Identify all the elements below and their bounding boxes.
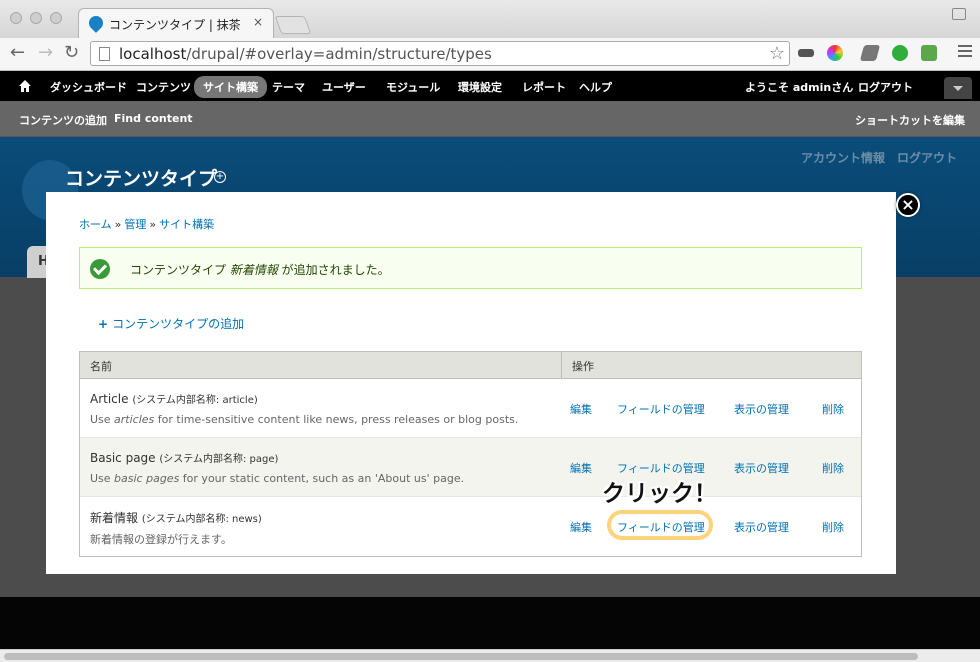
admin-menu-help[interactable]: ヘルプ: [579, 79, 612, 95]
edit-link[interactable]: 編集: [570, 519, 592, 535]
extension-mask-icon[interactable]: [798, 49, 814, 57]
drupal-favicon-icon: [86, 13, 106, 33]
column-divider: [561, 352, 562, 378]
admin-logout-link[interactable]: ログアウト: [858, 79, 913, 95]
url-text: localhost/drupal/#overlay=admin/structur…: [119, 45, 492, 63]
admin-menu-modules[interactable]: モジュール: [386, 79, 440, 95]
add-shortcut-icon[interactable]: +: [214, 171, 226, 183]
browser-toolbar: ← → ↻ localhost/drupal/#overlay=admin/st…: [0, 38, 980, 71]
extension-color-icon[interactable]: [827, 45, 843, 61]
shortcut-find-content[interactable]: Find content: [114, 112, 193, 125]
admin-menu-structure[interactable]: サイト構築: [194, 76, 267, 98]
admin-menu-reports[interactable]: レポート: [522, 79, 566, 95]
table-row: Article (システム内部名称: article) Use articles…: [80, 379, 861, 438]
shortcut-toggle-button[interactable]: [944, 77, 972, 99]
admin-menu-config[interactable]: 環境設定: [458, 79, 502, 95]
status-message: コンテンツタイプ 新着情報 が追加されました。: [79, 247, 862, 289]
admin-menu-people[interactable]: ユーザー: [322, 79, 366, 95]
page-footer: [0, 597, 980, 649]
fullscreen-icon[interactable]: [952, 8, 966, 20]
browser-tab[interactable]: コンテンツタイプ | 抹茶 ×: [78, 8, 274, 38]
add-content-type-link[interactable]: + コンテンツタイプの追加: [98, 315, 244, 332]
tab-close-icon[interactable]: ×: [253, 15, 263, 29]
column-header-operations: 操作: [572, 360, 594, 373]
delete-link[interactable]: 削除: [822, 519, 844, 535]
breadcrumb-home[interactable]: ホーム: [79, 218, 112, 231]
plus-icon: +: [98, 317, 109, 331]
manage-display-link[interactable]: 表示の管理: [734, 519, 789, 535]
delete-link[interactable]: 削除: [822, 460, 844, 476]
back-arrow-icon[interactable]: ←: [10, 43, 25, 63]
overlay-dialog: ホーム» 管理» サイト構築 コンテンツタイプ 新着情報 が追加されました。 + コン…: [46, 192, 896, 574]
column-header-name[interactable]: 名前: [90, 358, 112, 374]
delete-link[interactable]: 削除: [822, 401, 844, 417]
manage-display-link[interactable]: 表示の管理: [734, 401, 789, 417]
content-type-description: Use basic pages for your static content,…: [90, 472, 465, 485]
shortcut-edit-link[interactable]: ショートカットを編集: [855, 112, 965, 128]
click-annotation: クリック！: [602, 481, 717, 507]
extension-green-icon[interactable]: [892, 45, 908, 61]
page-title: コンテンツタイプ: [65, 168, 218, 190]
admin-menu-dashboard[interactable]: ダッシュボード: [50, 79, 127, 95]
scrollbar-thumb[interactable]: [4, 653, 918, 660]
home-icon[interactable]: [18, 79, 32, 93]
click-highlight-ring: [607, 510, 713, 540]
edit-link[interactable]: 編集: [570, 401, 592, 417]
table-row: 新着情報 (システム内部名称: news) 新着情報の登録が行えます。 編集 フ…: [80, 497, 861, 556]
admin-menu-content[interactable]: コンテンツ: [136, 79, 191, 95]
content-type-name: 新着情報 (システム内部名称: news): [90, 511, 262, 525]
content-type-description: 新着情報の登録が行えます。: [90, 533, 232, 546]
extension-tool-icon[interactable]: [859, 45, 881, 61]
admin-menu-appearance[interactable]: テーマ: [272, 79, 305, 95]
overlay-close-icon[interactable]: ×: [896, 193, 920, 217]
reload-icon[interactable]: ↻: [64, 43, 79, 63]
breadcrumb-separator: »: [114, 218, 122, 231]
bookmark-star-icon[interactable]: ☆: [769, 43, 785, 64]
manage-fields-link[interactable]: フィールドの管理: [617, 401, 705, 417]
status-text: コンテンツタイプ 新着情報 が追加されました。: [130, 263, 390, 277]
tab-title: コンテンツタイプ | 抹茶: [109, 18, 241, 32]
browser-menu-icon[interactable]: [958, 45, 972, 60]
breadcrumb: ホーム» 管理» サイト構築: [79, 216, 214, 232]
shortcut-bar: コンテンツの追加 Find content ショートカットを編集: [0, 101, 980, 137]
table-header: 名前 操作: [80, 352, 861, 379]
new-tab-button[interactable]: [274, 16, 312, 34]
horizontal-scrollbar[interactable]: [0, 649, 980, 662]
account-link[interactable]: アカウント情報: [801, 149, 885, 166]
edit-link[interactable]: 編集: [570, 460, 592, 476]
content-types-table: 名前 操作 Article (システム内部名称: article) Use ar…: [79, 351, 862, 557]
address-bar[interactable]: localhost/drupal/#overlay=admin/structur…: [90, 41, 790, 66]
shortcut-add-content[interactable]: コンテンツの追加: [19, 112, 107, 128]
page-icon: [99, 47, 110, 61]
forward-arrow-icon[interactable]: →: [38, 43, 53, 63]
browser-titlebar: コンテンツタイプ | 抹茶 ×: [0, 0, 980, 38]
content-type-name: Article (システム内部名称: article): [90, 392, 258, 406]
table-row: Basic page (システム内部名称: page) Use basic pa…: [80, 438, 861, 497]
welcome-user[interactable]: ようこそ adminさん: [745, 79, 853, 95]
logout-link[interactable]: ログアウト: [897, 149, 957, 166]
content-type-description: Use articles for time-sensitive content …: [90, 413, 519, 426]
manage-display-link[interactable]: 表示の管理: [734, 460, 789, 476]
zoom-window-button[interactable]: [50, 12, 62, 24]
content-type-name: Basic page (システム内部名称: page): [90, 451, 279, 465]
check-icon: [90, 259, 110, 279]
breadcrumb-separator: »: [149, 218, 157, 231]
breadcrumb-admin[interactable]: 管理: [124, 218, 146, 231]
admin-toolbar: ダッシュボード コンテンツ サイト構築 テーマ ユーザー モジュール 環境設定 …: [0, 71, 980, 101]
breadcrumb-structure[interactable]: サイト構築: [159, 218, 214, 231]
extension-mail-icon[interactable]: [921, 45, 937, 61]
minimize-window-button[interactable]: [30, 12, 42, 24]
close-window-button[interactable]: [10, 12, 22, 24]
